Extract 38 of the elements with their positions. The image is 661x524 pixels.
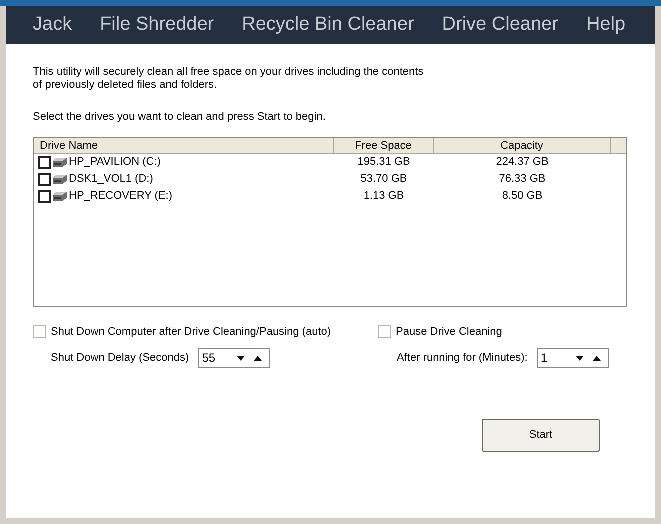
menu-item[interactable]: File Shredder [100, 10, 214, 40]
checkbox[interactable] [378, 325, 391, 338]
capacity-cell-text: 76.33 GB [498, 172, 547, 187]
down-arrow-icon[interactable] [576, 356, 584, 360]
menu-item[interactable]: Recycle Bin Cleaner [242, 10, 414, 40]
menu-item[interactable]: Jack [33, 10, 72, 40]
up-arrow-icon[interactable] [254, 356, 262, 360]
capacity-cell-text: 224.37 GB [495, 154, 550, 170]
capacity-cell-text: 8.50 GB [501, 188, 544, 204]
checkbox[interactable] [33, 325, 46, 338]
instruction-text: Select the drives you want to clean and press Start to begin. [33, 110, 327, 125]
minutes-spinner[interactable]: 1 [536, 348, 609, 368]
hard-drive-icon [52, 190, 68, 202]
minutes-label: After running for (Minutes): [397, 350, 528, 366]
free-space-cell-text: 1.13 GB [362, 188, 406, 204]
column-header[interactable]: Drive Name [34, 138, 334, 152]
menu-item[interactable]: Drive Cleaner [442, 10, 558, 40]
up-arrow-icon[interactable] [592, 356, 601, 360]
down-arrow-icon[interactable] [237, 356, 246, 360]
column-header[interactable]: Capacity [434, 138, 611, 152]
start-button[interactable]: Start [482, 419, 600, 452]
hard-drive-icon [52, 174, 68, 184]
column-header[interactable]: Free Space [334, 138, 434, 152]
drive-name: DSK1_VOL1 (D:) [69, 172, 154, 187]
menu-item[interactable]: Help [586, 10, 626, 40]
free-space-cell-text: 53.70 GB [360, 172, 408, 187]
free-space-cell-text: 195.31 GB [356, 154, 412, 170]
delay-label: Shut Down Delay (Seconds) [51, 350, 190, 366]
drive-name: HP_RECOVERY (E:) [69, 188, 173, 204]
checkbox[interactable] [38, 190, 51, 202]
intro-text: This utility will securely clean all free space on your drives including the contents of previously deleted files and folders. [33, 66, 425, 92]
shutdown-label: Shut Down Computer after Drive Cleaning/Pausing (auto) [51, 324, 332, 340]
pause-label: Pause Drive Cleaning [396, 324, 502, 340]
checkbox[interactable] [38, 172, 51, 186]
checkbox[interactable] [38, 156, 51, 168]
hard-drive-icon [52, 156, 68, 168]
drive-name: HP_PAVILION (C:) [69, 154, 161, 170]
delay-spinner[interactable]: 55 [198, 348, 270, 368]
